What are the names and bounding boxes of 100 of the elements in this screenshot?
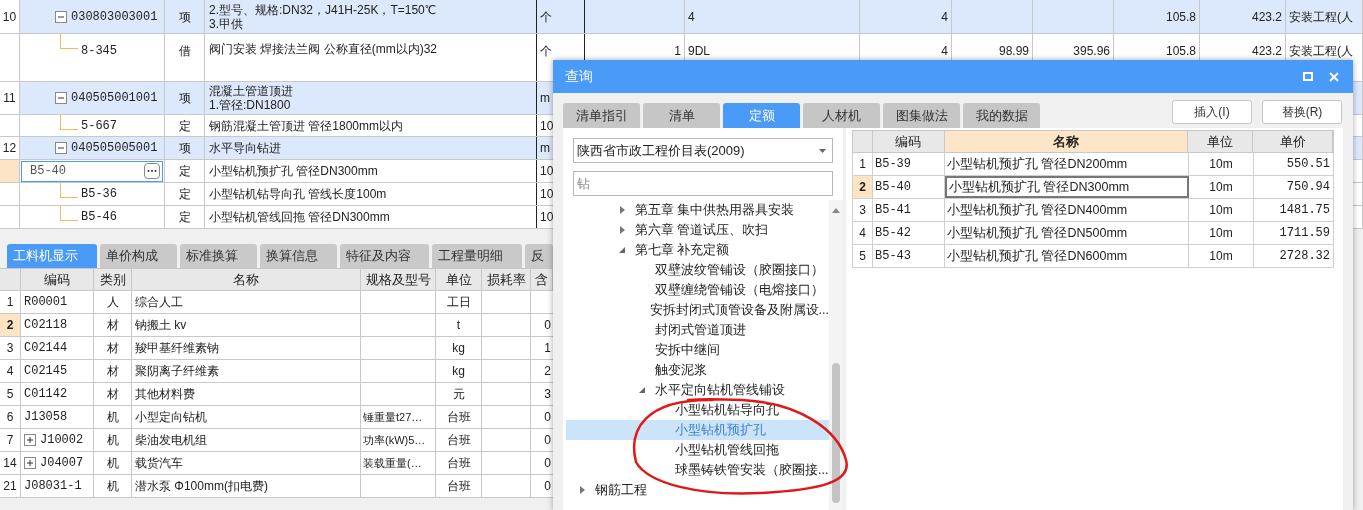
insert-button[interactable]: 插入(I) bbox=[1172, 100, 1252, 124]
tab[interactable]: 工程量明细 bbox=[432, 244, 522, 268]
tree-item[interactable]: 水平定向钻机管线铺设 bbox=[566, 380, 829, 400]
type-cell: 项 bbox=[165, 137, 205, 159]
type-cell: 定 bbox=[165, 206, 205, 228]
tree-item[interactable]: 安拆封闭式顶管设备及附属设... bbox=[566, 300, 829, 320]
tab[interactable]: 反 bbox=[525, 244, 553, 268]
tab[interactable]: 单价构成 bbox=[100, 244, 177, 268]
table-cell-text: 安装工程(人 bbox=[1289, 43, 1353, 60]
tree-item[interactable]: 封闭式管道顶进 bbox=[566, 320, 829, 340]
expand-icon[interactable] bbox=[24, 457, 36, 469]
column-header: 单价 bbox=[1253, 131, 1333, 152]
row-number: 14 bbox=[0, 452, 21, 474]
spec-cell-text: 锤重量t27… bbox=[363, 409, 423, 425]
code-text: C02118 bbox=[24, 317, 68, 334]
tree-connector bbox=[60, 206, 78, 221]
tree-item[interactable]: 安拆中继间 bbox=[566, 340, 829, 360]
unit-cell: 台班 bbox=[436, 452, 482, 474]
collapse-icon[interactable] bbox=[55, 142, 67, 154]
tree-item[interactable]: 钢筋工程 bbox=[566, 480, 829, 500]
code-text: J04007 bbox=[40, 455, 84, 472]
code-text: R00001 bbox=[24, 294, 68, 311]
name-cell: 羧甲基纤维素钠 bbox=[132, 337, 361, 359]
type-cell: 材 bbox=[94, 314, 132, 336]
tab[interactable]: 特征及内容 bbox=[340, 244, 429, 268]
name-cell: 小型钻机预扩孔 管径DN200mm bbox=[945, 153, 1189, 175]
type-cell: 项 bbox=[165, 82, 205, 114]
collapse-icon[interactable] bbox=[55, 10, 67, 23]
scrollbar[interactable] bbox=[829, 200, 843, 510]
expanded-arrow-icon[interactable] bbox=[639, 386, 646, 394]
type-cell: 人 bbox=[94, 291, 132, 313]
name-cell: 小型钻机预扩孔 管径DN600mm bbox=[945, 245, 1189, 267]
collapsed-arrow-icon[interactable] bbox=[579, 486, 586, 494]
type-cell: 借 bbox=[165, 34, 205, 81]
row-number: 5 bbox=[0, 383, 21, 405]
tab[interactable]: 标准换算 bbox=[180, 244, 257, 268]
tab[interactable]: 清单 bbox=[643, 103, 720, 128]
code-text: J10002 bbox=[40, 432, 84, 449]
tree-item[interactable]: 小型钻机管线回拖 bbox=[566, 440, 829, 460]
row-number: 21 bbox=[0, 475, 21, 497]
scrollbar-thumb[interactable] bbox=[832, 363, 840, 503]
column-header: 名称 bbox=[944, 131, 1189, 152]
tab[interactable]: 我的数据 bbox=[963, 103, 1040, 128]
table-cell-text: 0 bbox=[544, 478, 551, 495]
table-cell-text: 105.8 bbox=[1165, 43, 1196, 60]
row-number: 5 bbox=[853, 245, 873, 267]
expanded-arrow-icon[interactable] bbox=[619, 246, 626, 254]
replace-button[interactable]: 替换(R) bbox=[1262, 100, 1342, 124]
price-cell: 1711.59 bbox=[1254, 222, 1334, 244]
code-input[interactable]: B5-40 bbox=[21, 160, 163, 182]
scroll-up-icon[interactable] bbox=[832, 208, 840, 213]
name-cell: 聚阴离子纤维素 bbox=[132, 360, 361, 382]
code-text: C02145 bbox=[24, 363, 68, 380]
unit-cell: t bbox=[436, 314, 482, 336]
table-cell-text: 4 bbox=[941, 43, 948, 60]
name-cell: 小型定向钻机 bbox=[132, 406, 361, 428]
collapsed-arrow-icon[interactable] bbox=[619, 226, 626, 234]
unit-cell: kg bbox=[436, 337, 482, 359]
name-text: 阀门安装 焊接法兰阀 公称直径(mm以内)32 bbox=[208, 42, 438, 56]
table-cell-text: 4 bbox=[941, 8, 948, 26]
name-cell: 钠搬土 kv bbox=[132, 314, 361, 336]
type-cell: 定 bbox=[165, 183, 205, 205]
tab[interactable]: 清单指引 bbox=[563, 103, 640, 128]
browse-button[interactable] bbox=[144, 163, 160, 179]
unit-cell: 10m bbox=[1189, 222, 1254, 244]
name-cell: 综合人工 bbox=[132, 291, 361, 313]
maximize-icon[interactable] bbox=[1303, 72, 1313, 81]
column-header: 编码 bbox=[872, 131, 945, 152]
type-cell: 材 bbox=[94, 360, 132, 382]
tree-item[interactable]: 第七章 补充定额 bbox=[566, 240, 829, 260]
tree-item[interactable]: 双壁波纹管铺设（胶圈接口） bbox=[566, 260, 829, 280]
row-number: 3 bbox=[0, 337, 21, 359]
unit-cell: 10m bbox=[1189, 176, 1254, 198]
price-cell: 750.94 bbox=[1254, 176, 1334, 198]
tab[interactable]: 换算信息 bbox=[260, 244, 337, 268]
search-field[interactable]: 钻 bbox=[573, 171, 833, 196]
name-text: 小型钻机预扩孔 管径DN300mm bbox=[208, 164, 379, 178]
collapse-icon[interactable] bbox=[55, 92, 67, 104]
collapsed-arrow-icon[interactable] bbox=[619, 206, 626, 214]
close-icon[interactable] bbox=[1329, 71, 1339, 82]
tree-item[interactable]: 双壁缠绕管铺设（电熔接口） bbox=[566, 280, 829, 300]
name-cell: 小型钻机预扩孔 管径DN400mm bbox=[945, 199, 1189, 221]
code-text: J13058 bbox=[24, 409, 68, 426]
row-number: 4 bbox=[0, 360, 21, 382]
row-number: 12 bbox=[0, 137, 20, 159]
unit-cell: 台班 bbox=[436, 429, 482, 451]
name-cell: 载货汽车 bbox=[132, 452, 361, 474]
expand-icon[interactable] bbox=[24, 434, 36, 446]
tab[interactable]: 图集做法 bbox=[883, 103, 960, 128]
column-header: 规格及型号 bbox=[361, 269, 436, 290]
column-header: 编码 bbox=[21, 269, 94, 290]
tab[interactable]: 人材机 bbox=[803, 103, 880, 128]
tree-item[interactable]: 球墨铸铁管安装（胶圈接... bbox=[566, 460, 829, 480]
table-cell-text: 0 bbox=[544, 409, 551, 426]
dropdown-caret-icon bbox=[819, 148, 826, 153]
row-number: 2 bbox=[853, 176, 873, 198]
column-header: 单位 bbox=[1188, 131, 1254, 152]
library-dropdown[interactable]: 陕西省市政工程价目表(2009) bbox=[573, 138, 833, 163]
tree-item[interactable]: 触变泥浆 bbox=[566, 360, 829, 380]
name-text: 3.甲供 bbox=[208, 16, 244, 31]
